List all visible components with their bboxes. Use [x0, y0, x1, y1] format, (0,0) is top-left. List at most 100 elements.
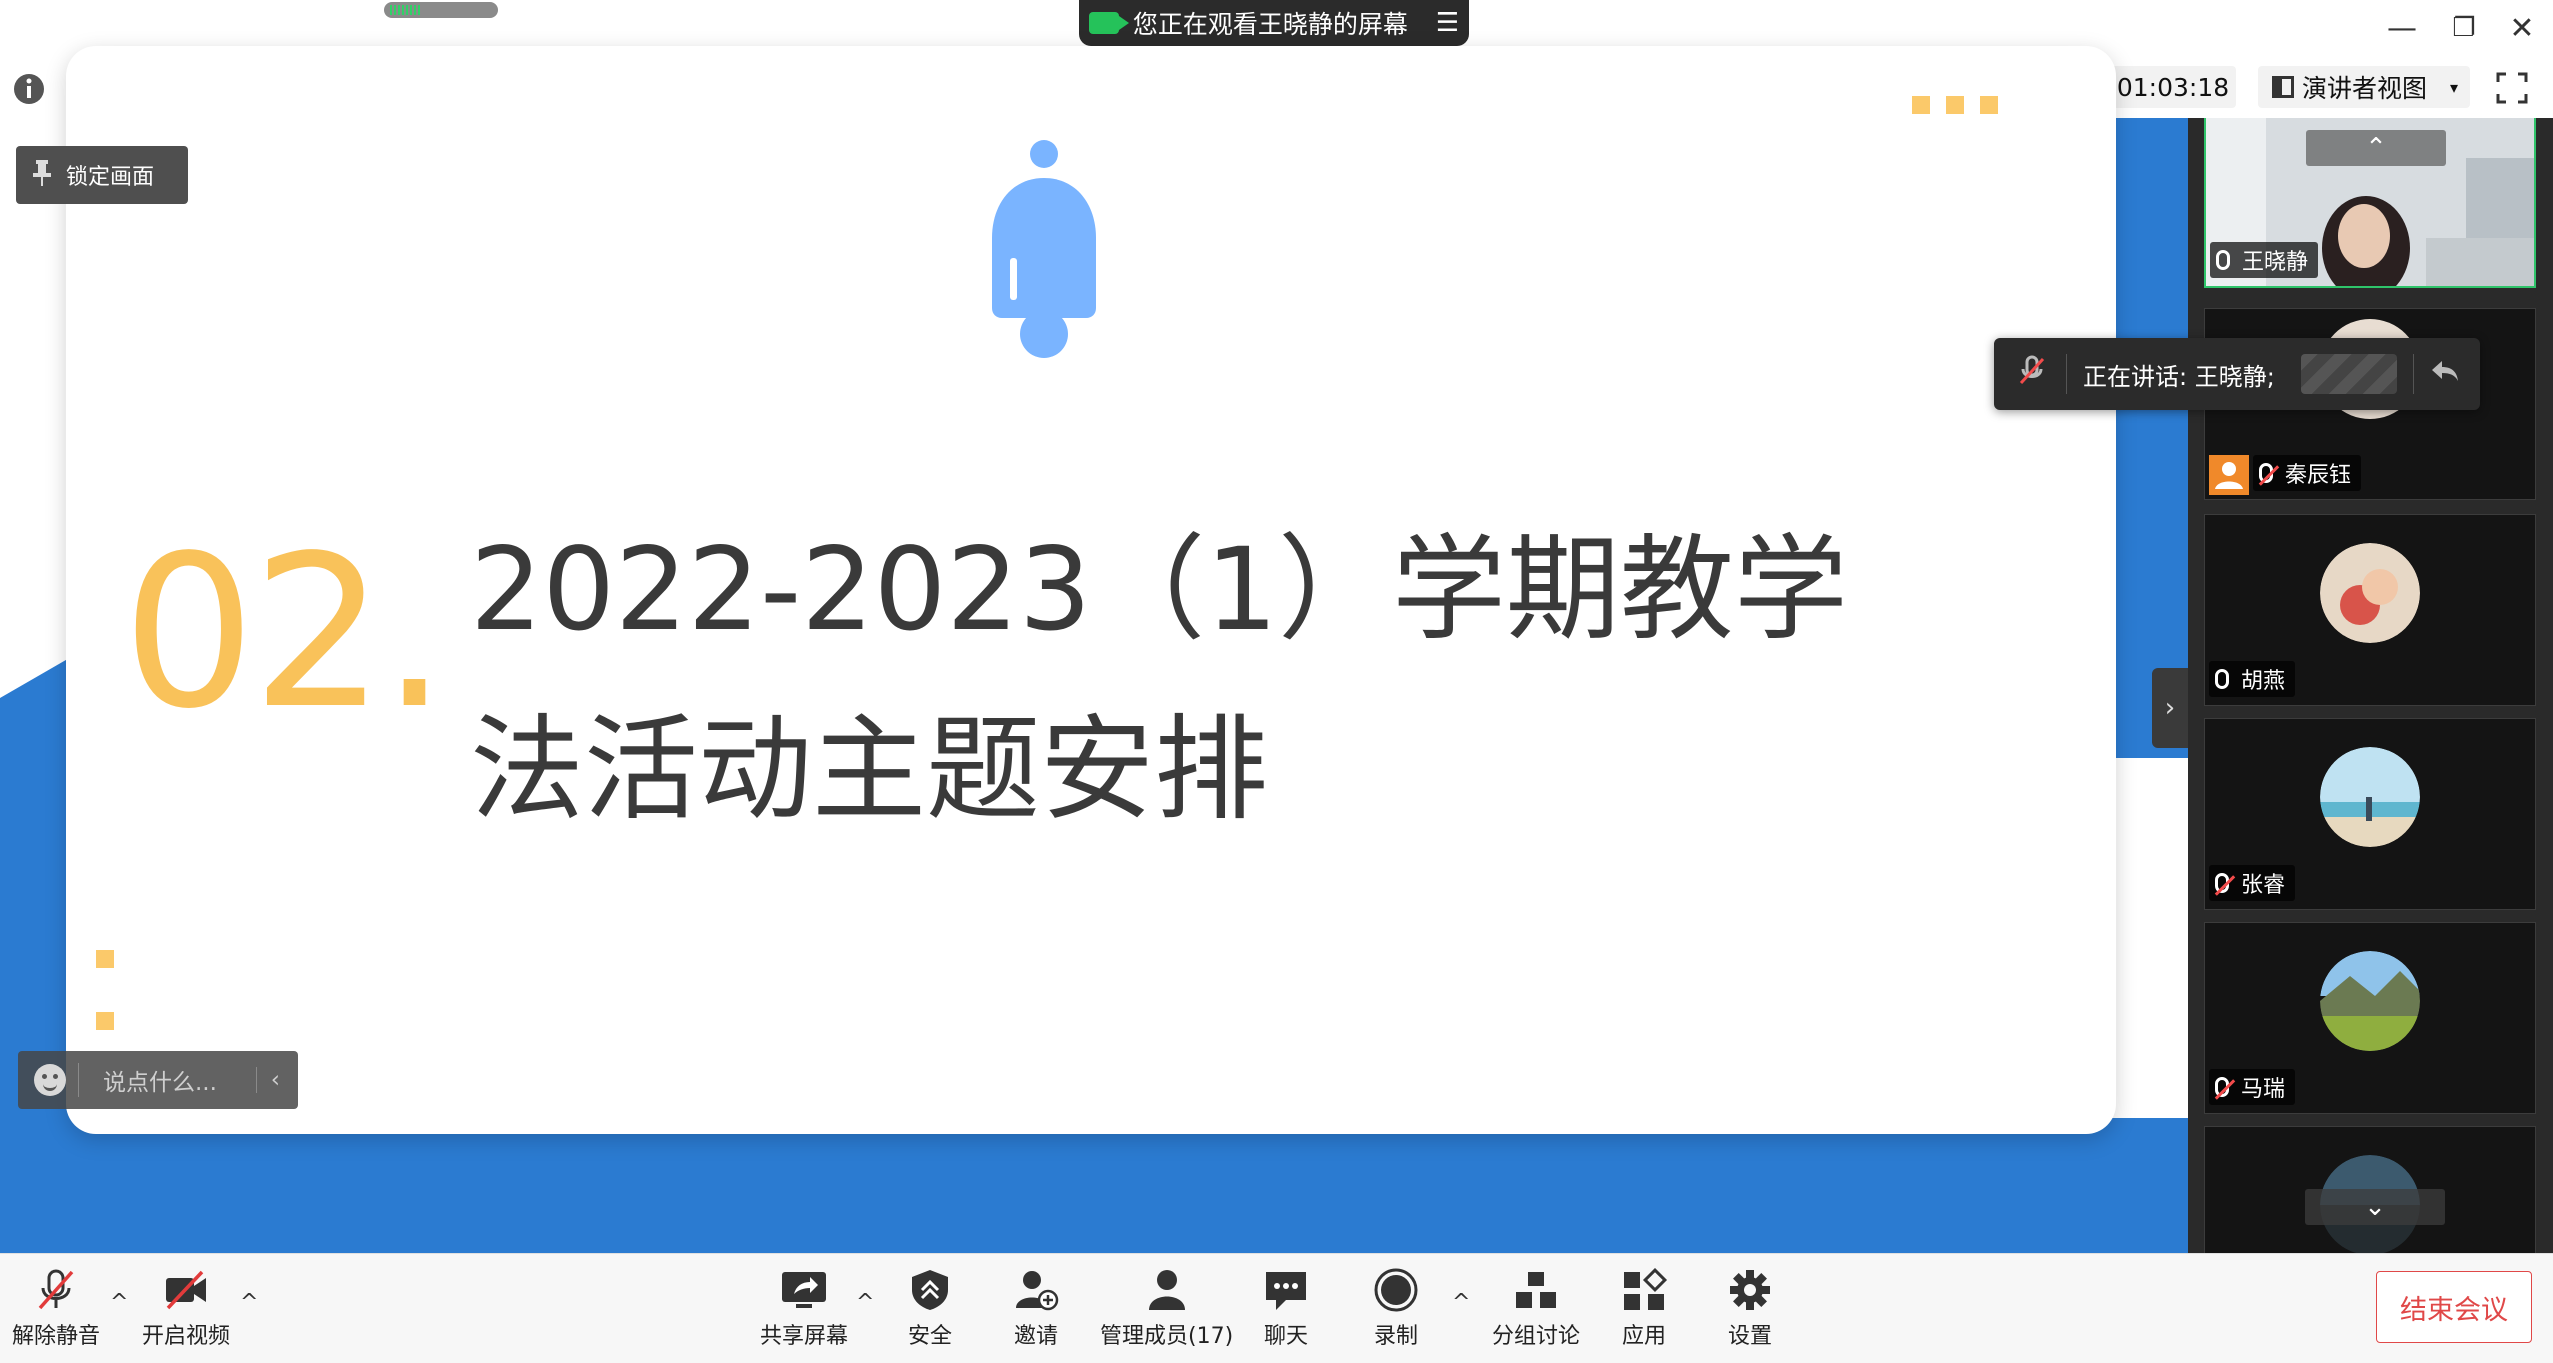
share-screen-button[interactable]: 共享屏幕	[760, 1268, 848, 1350]
end-meeting-button[interactable]: 结束会议	[2376, 1271, 2532, 1343]
participant-tile[interactable]: 胡燕	[2204, 514, 2536, 706]
slide-section-number: 02.	[122, 510, 448, 755]
chevron-up-icon[interactable]: ^	[240, 1290, 258, 1315]
manage-members-label: 管理成员(17)	[1100, 1324, 1234, 1349]
emoji-icon[interactable]	[34, 1064, 66, 1096]
participant-name: 秦辰钰	[2285, 463, 2352, 488]
share-screen-label: 共享屏幕	[760, 1324, 849, 1349]
slide-title: 2022-2023（1）学期教学 法活动主题安排	[470, 500, 1970, 860]
record-button[interactable]: 录制	[1372, 1268, 1420, 1350]
participant-name: 胡燕	[2241, 669, 2286, 694]
participant-name: 马瑞	[2241, 1077, 2286, 1102]
network-quality-indicator[interactable]	[384, 2, 498, 18]
quick-chat-input[interactable]: 说点什么... ‹	[18, 1051, 298, 1109]
bell-icon	[992, 140, 1096, 358]
chat-label: 聊天	[1263, 1324, 1308, 1349]
participant-name-tag: 王晓静	[2210, 242, 2319, 278]
start-video-label: 开启视频	[142, 1324, 231, 1349]
fullscreen-icon[interactable]	[2490, 66, 2534, 110]
record-icon	[1374, 1268, 1418, 1312]
collapse-chat-icon[interactable]: ‹	[255, 1067, 280, 1093]
slide-title-line-2: 法活动主题安排	[470, 703, 1269, 836]
chat-button[interactable]: 聊天	[1262, 1268, 1310, 1350]
mic-muted-icon	[38, 1269, 74, 1310]
manage-members-button[interactable]: 管理成员(17)	[1100, 1268, 1233, 1350]
decor-square	[1946, 96, 1964, 114]
settings-button[interactable]: 设置	[1726, 1268, 1774, 1350]
chevron-up-icon[interactable]: ^	[1452, 1290, 1470, 1315]
decor-square	[1980, 96, 1998, 114]
apps-grid-icon	[1624, 1268, 1668, 1310]
participant-name: 王晓静	[2242, 250, 2309, 275]
user-icon	[2209, 455, 2249, 495]
slide-title-line-1: 2022-2023（1）学期教学	[470, 523, 1848, 656]
invite-user-icon	[1016, 1271, 1059, 1311]
start-video-button[interactable]: 开启视频	[142, 1268, 230, 1350]
lock-screen-label: 锁定画面	[66, 165, 155, 190]
mic-muted-icon	[2215, 873, 2229, 893]
shield-icon	[912, 1270, 948, 1310]
avatar	[2320, 951, 2420, 1051]
redacted-block	[2300, 354, 2397, 394]
breakout-rooms-icon	[1516, 1272, 1556, 1308]
info-icon[interactable]	[8, 68, 50, 110]
scroll-up-button[interactable]: ⌃	[2306, 130, 2446, 166]
breakout-label: 分组讨论	[1492, 1324, 1581, 1349]
view-mode-dropdown[interactable]: 演讲者视图 ▾	[2258, 66, 2470, 108]
speaking-indicator: 正在讲话: 王晓静;	[1994, 338, 2480, 410]
view-mode-label: 演讲者视图	[2302, 74, 2428, 103]
minimize-button[interactable]: —	[2378, 8, 2426, 48]
meeting-timer: 01:03:18	[2110, 66, 2236, 108]
mic-icon	[2215, 669, 2229, 689]
menu-icon[interactable]: ☰	[1436, 8, 1459, 38]
participant-name-tag: 秦辰钰	[2253, 455, 2362, 491]
members-icon	[1148, 1270, 1185, 1310]
camera-icon	[1088, 12, 1129, 34]
participant-name-tag: 马瑞	[2209, 1069, 2296, 1105]
invite-button[interactable]: 邀请	[1012, 1268, 1060, 1350]
mic-muted-icon	[2018, 355, 2046, 393]
security-button[interactable]: 安全	[906, 1268, 954, 1350]
decor-square	[1912, 96, 1930, 114]
chat-placeholder: 说点什么...	[103, 1070, 217, 1096]
reply-icon[interactable]	[2430, 359, 2460, 389]
settings-label: 设置	[1727, 1324, 1772, 1349]
decor-square	[96, 1012, 114, 1030]
participant-name: 张睿	[2241, 873, 2286, 898]
unmute-label: 解除静音	[12, 1324, 101, 1349]
scroll-down-button[interactable]: ⌄	[2305, 1189, 2445, 1225]
gear-icon	[1730, 1270, 1770, 1310]
share-status-text: 您正在观看王晓静的屏幕	[1132, 10, 1408, 39]
participant-panel: ⌃ 王晓静 秦辰钰 胡燕 张睿 马瑞 ⌄	[2188, 118, 2553, 1253]
close-button[interactable]: ✕	[2498, 8, 2546, 48]
participant-tile[interactable]: 张睿	[2204, 718, 2536, 910]
apps-label: 应用	[1621, 1324, 1666, 1349]
unmute-button[interactable]: 解除静音	[12, 1268, 100, 1350]
speaking-text: 正在讲话: 王晓静;	[2083, 362, 2275, 391]
invite-label: 邀请	[1013, 1324, 1058, 1349]
restore-button[interactable]: ❐	[2440, 8, 2488, 48]
mic-muted-icon	[2259, 463, 2273, 483]
chevron-up-icon[interactable]: ^	[856, 1290, 874, 1315]
mic-icon	[2216, 250, 2230, 270]
share-screen-icon	[782, 1272, 826, 1308]
participant-name-tag: 胡燕	[2209, 661, 2296, 697]
layout-icon	[2272, 76, 2294, 98]
avatar	[2320, 543, 2420, 643]
breakout-button[interactable]: 分组讨论	[1492, 1268, 1580, 1350]
collapse-panel-button[interactable]: ›	[2152, 668, 2188, 748]
participant-tile[interactable]: ⌃ 王晓静	[2204, 118, 2536, 288]
share-status-banner[interactable]: 您正在观看王晓静的屏幕 ☰	[1079, 0, 1469, 46]
pin-icon	[32, 158, 52, 192]
apps-button[interactable]: 应用	[1620, 1268, 1668, 1350]
decor-square	[96, 950, 114, 968]
lock-screen-button[interactable]: 锁定画面	[16, 146, 188, 204]
participant-tile[interactable]: 马瑞	[2204, 922, 2536, 1114]
security-label: 安全	[907, 1324, 952, 1349]
chevron-up-icon[interactable]: ^	[110, 1290, 128, 1315]
avatar	[2320, 747, 2420, 847]
participant-tile[interactable]: ⌄	[2204, 1126, 2536, 1253]
video-off-icon	[166, 1270, 206, 1310]
record-label: 录制	[1373, 1324, 1418, 1349]
mic-muted-icon	[2215, 1077, 2229, 1097]
